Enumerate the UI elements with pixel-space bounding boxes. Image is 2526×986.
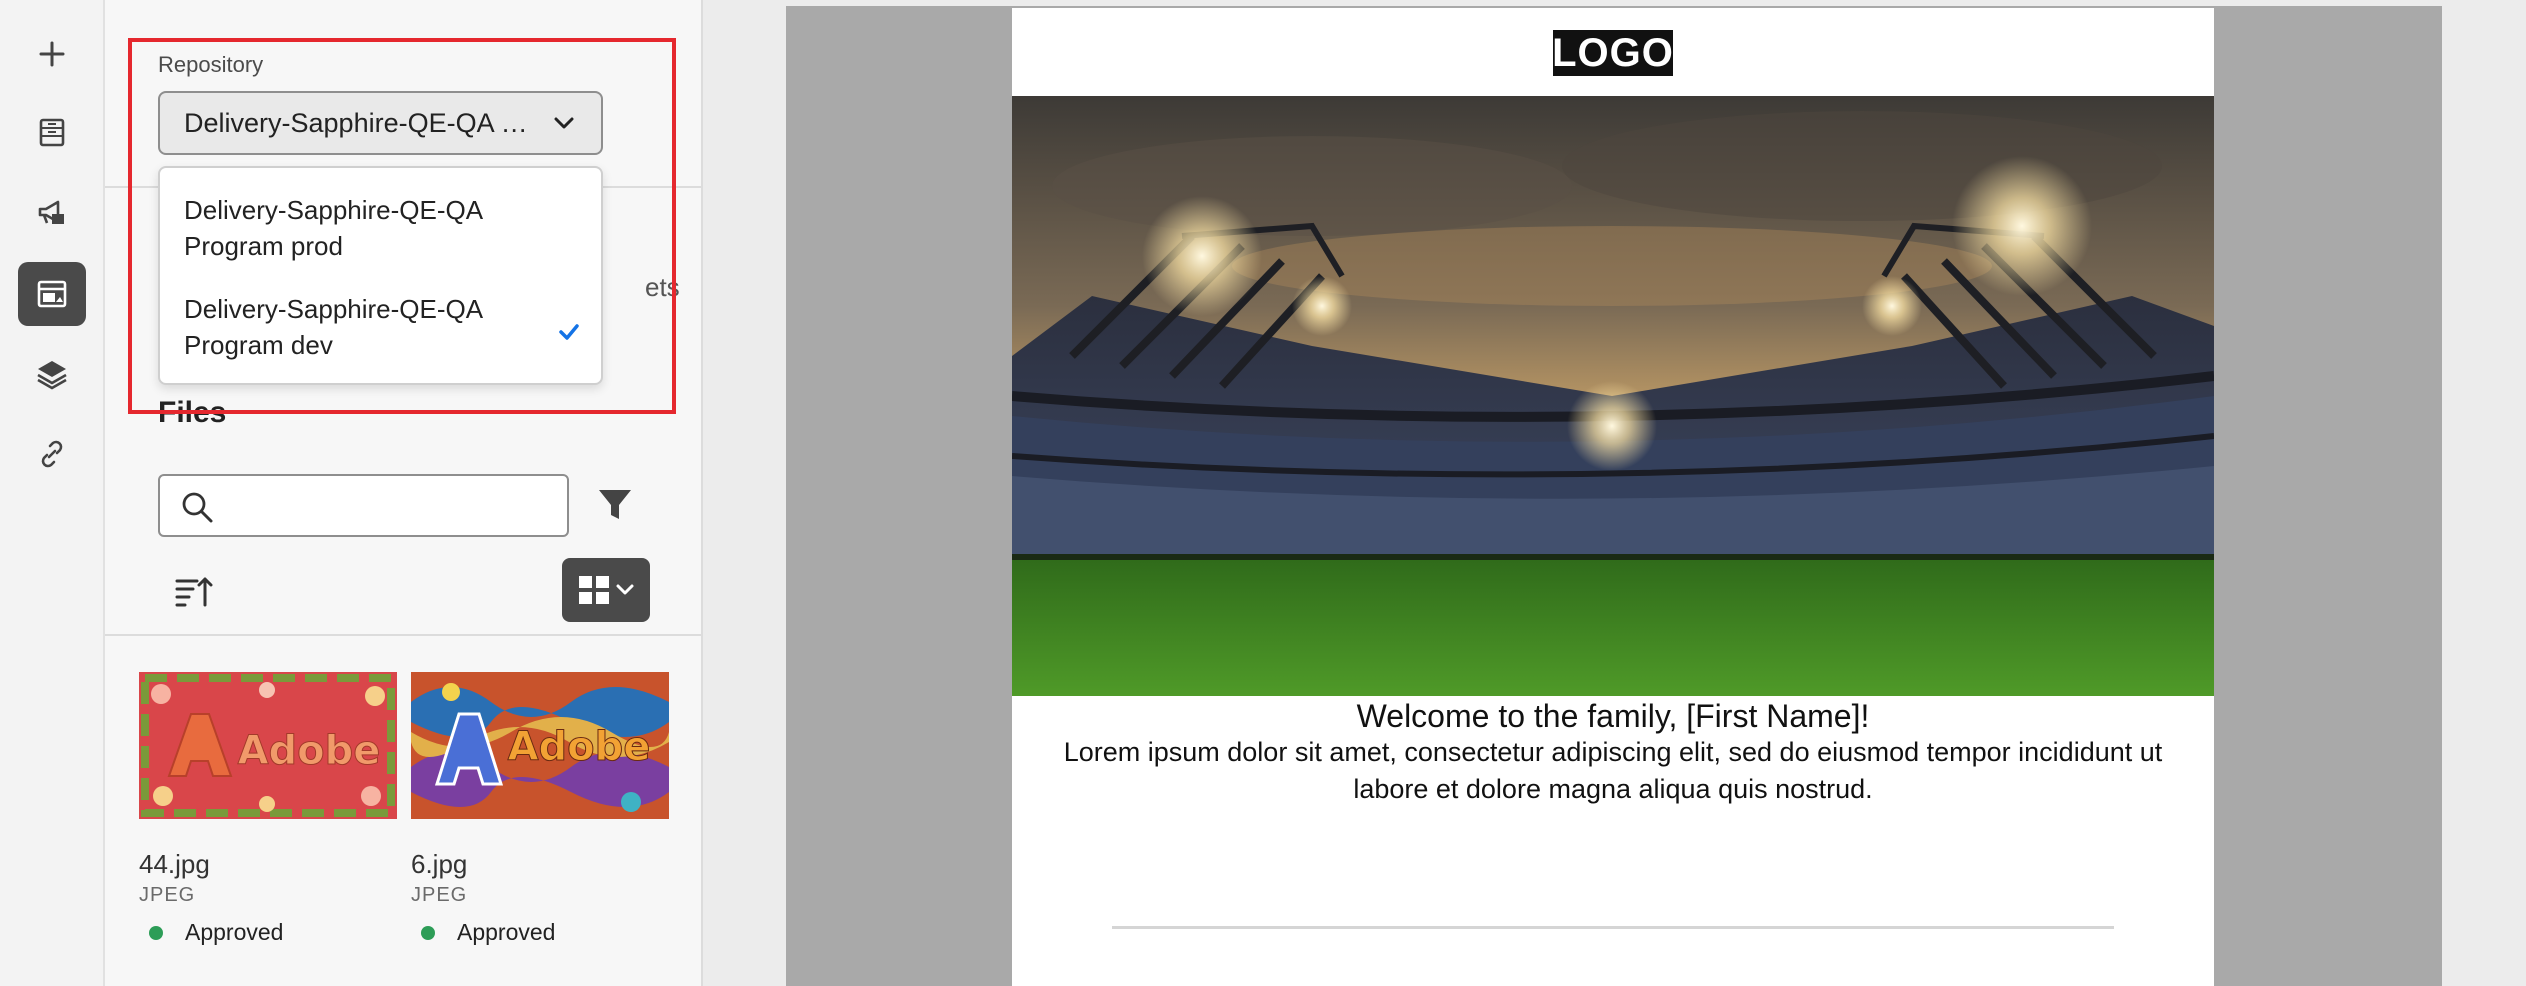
email-body-text[interactable]: Lorem ipsum dolor sit amet, consectetur … [1032, 734, 2194, 808]
view-mode-button[interactable] [562, 558, 650, 622]
email-divider [1112, 926, 2114, 929]
sort-icon[interactable] [173, 573, 213, 609]
fragments-button[interactable] [18, 100, 86, 164]
thumbnail-text: Adobe [238, 728, 381, 774]
asset-thumbnail[interactable]: Adobe [139, 672, 397, 819]
search-input[interactable] [158, 474, 569, 537]
logo: LOGO [1552, 30, 1674, 76]
chevron-down-icon [616, 584, 634, 595]
campaign-icon [38, 200, 64, 224]
highlight-box [128, 38, 676, 414]
filter-icon[interactable] [595, 485, 635, 525]
layers-icon [37, 361, 67, 390]
status-dot [421, 925, 435, 940]
status-dot [149, 925, 163, 940]
status-badge: Approved [411, 919, 669, 946]
asset-filename: 44.jpg [139, 849, 210, 879]
status-label: Approved [457, 919, 556, 945]
asset-thumbnail[interactable]: Adobe [411, 672, 669, 819]
add-icon [39, 41, 65, 67]
email-headline[interactable]: Welcome to the family, [First Name]! [1012, 698, 2214, 735]
layers-button[interactable] [18, 342, 86, 406]
search-icon [182, 492, 213, 523]
add-button[interactable] [18, 22, 86, 86]
asset-filetype: JPEG [139, 884, 196, 906]
campaigns-button[interactable] [18, 180, 86, 244]
asset-filetype: JPEG [411, 884, 468, 906]
link-icon [41, 440, 63, 468]
grid-view-icon [579, 576, 609, 604]
hero-image[interactable] [1012, 96, 2214, 696]
panel-divider [105, 634, 703, 636]
asset-filename: 6.jpg [411, 849, 468, 879]
asset-card[interactable]: Adobe 6.jpg JPEG Approved [411, 672, 669, 946]
assets-button[interactable] [18, 262, 86, 326]
email-preview[interactable]: LOGO Welcome to the family, [First Name]… [1012, 8, 2214, 986]
thumbnail-text: Adobe [508, 724, 651, 770]
status-label: Approved [185, 919, 284, 945]
assets-icon [37, 280, 67, 308]
asset-card[interactable]: Adobe 44.jpg JPEG Approved [139, 672, 397, 946]
status-badge: Approved [139, 919, 397, 946]
left-rail [0, 0, 105, 986]
fragments-icon [39, 118, 65, 147]
links-button[interactable] [18, 422, 86, 486]
